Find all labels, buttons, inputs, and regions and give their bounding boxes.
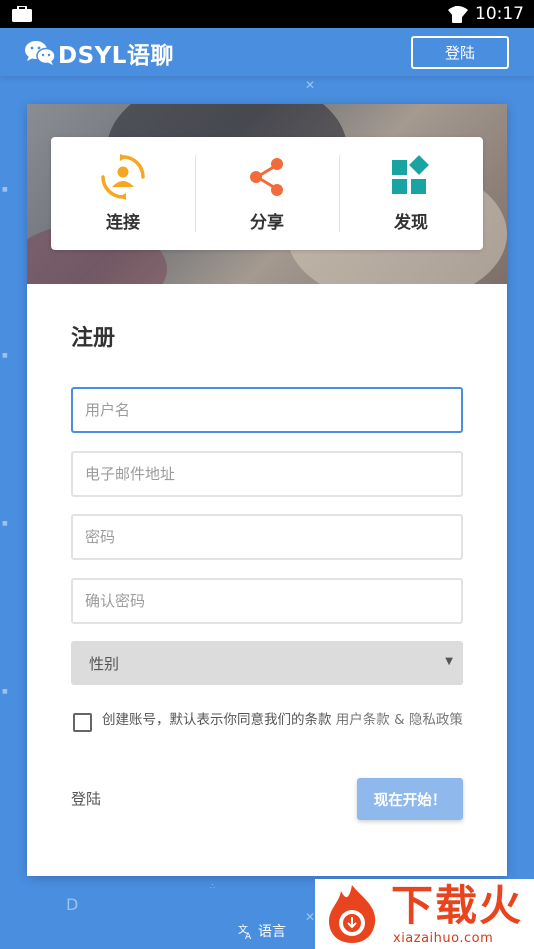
hero-image: 连接 分享 发现 xyxy=(27,104,507,284)
decor-x-mark: ✕ xyxy=(305,910,316,924)
brand-name: DSYL语聊 xyxy=(58,43,174,69)
register-card: 连接 分享 发现 注册 用户名 电子邮件地址 密码 确认密码 性别 ▼ 创建账号… xyxy=(27,104,507,876)
connect-icon xyxy=(101,154,145,200)
clock: 10:17 xyxy=(475,4,524,24)
battery-icon xyxy=(452,6,462,23)
confirm-password-input[interactable] xyxy=(71,578,463,624)
feature-discover-label: 发现 xyxy=(394,213,428,233)
flame-logo-icon xyxy=(329,885,376,943)
decor-dot: ■ xyxy=(2,520,8,527)
share-icon xyxy=(250,158,283,196)
status-bar: 10:17 xyxy=(0,0,534,28)
feature-share-label: 分享 xyxy=(250,213,284,233)
gender-select-value: 性别 xyxy=(89,654,120,673)
login-button[interactable]: 登陆 xyxy=(411,36,509,69)
terms-link[interactable]: 用户条款 xyxy=(336,712,390,728)
decor-x-mark: ✕ xyxy=(305,78,316,92)
decor-arc: D xyxy=(66,895,79,914)
agreement-text: 创建账号，默认表示你同意我们的条款 用户条款 & 隐私政策 xyxy=(102,710,463,732)
email-input[interactable] xyxy=(71,451,463,497)
briefcase-icon xyxy=(12,6,32,22)
form-title: 注册 xyxy=(71,326,116,351)
wechat-logo-icon xyxy=(25,41,56,65)
agree-checkbox[interactable] xyxy=(73,713,92,732)
translate-icon: 文 A xyxy=(238,923,252,939)
svg-text:A: A xyxy=(245,932,252,939)
password-input[interactable] xyxy=(71,514,463,560)
username-input[interactable] xyxy=(71,387,463,433)
feature-panel: 连接 分享 发现 xyxy=(51,137,483,250)
decor-dot: ■ xyxy=(2,352,8,359)
feature-connect-label: 连接 xyxy=(106,213,140,233)
language-label: 语言 xyxy=(258,924,286,940)
feature-discover[interactable]: 发现 xyxy=(339,137,483,250)
agreement-statement: 创建账号，默认表示你同意我们的条款 xyxy=(102,712,332,728)
decor-dots: ∴ xyxy=(210,882,216,891)
language-switcher[interactable]: 文 A 语言 xyxy=(238,921,286,941)
start-button[interactable]: 现在开始！ xyxy=(357,778,463,820)
decor-dot: ■ xyxy=(2,688,8,695)
agreement-row: 创建账号，默认表示你同意我们的条款 用户条款 & 隐私政策 xyxy=(73,710,465,732)
decor-dot: ■ xyxy=(2,186,8,193)
watermark: 下载火 xiazaihuo.com xyxy=(315,879,534,949)
dropdown-caret-icon: ▼ xyxy=(445,656,453,667)
privacy-link[interactable]: 隐私政策 xyxy=(409,712,463,728)
feature-connect[interactable]: 连接 xyxy=(51,137,195,250)
watermark-title: 下载火 xyxy=(391,881,524,930)
login-link[interactable]: 登陆 xyxy=(71,788,101,809)
ampersand: & xyxy=(394,712,405,728)
discover-icon xyxy=(392,155,429,194)
feature-share[interactable]: 分享 xyxy=(195,137,339,250)
app-bar: DSYL语聊 登陆 xyxy=(0,28,534,76)
watermark-url: xiazaihuo.com xyxy=(393,931,494,946)
brand: DSYL语聊 xyxy=(24,36,174,70)
gender-select[interactable]: 性别 ▼ xyxy=(71,641,463,685)
